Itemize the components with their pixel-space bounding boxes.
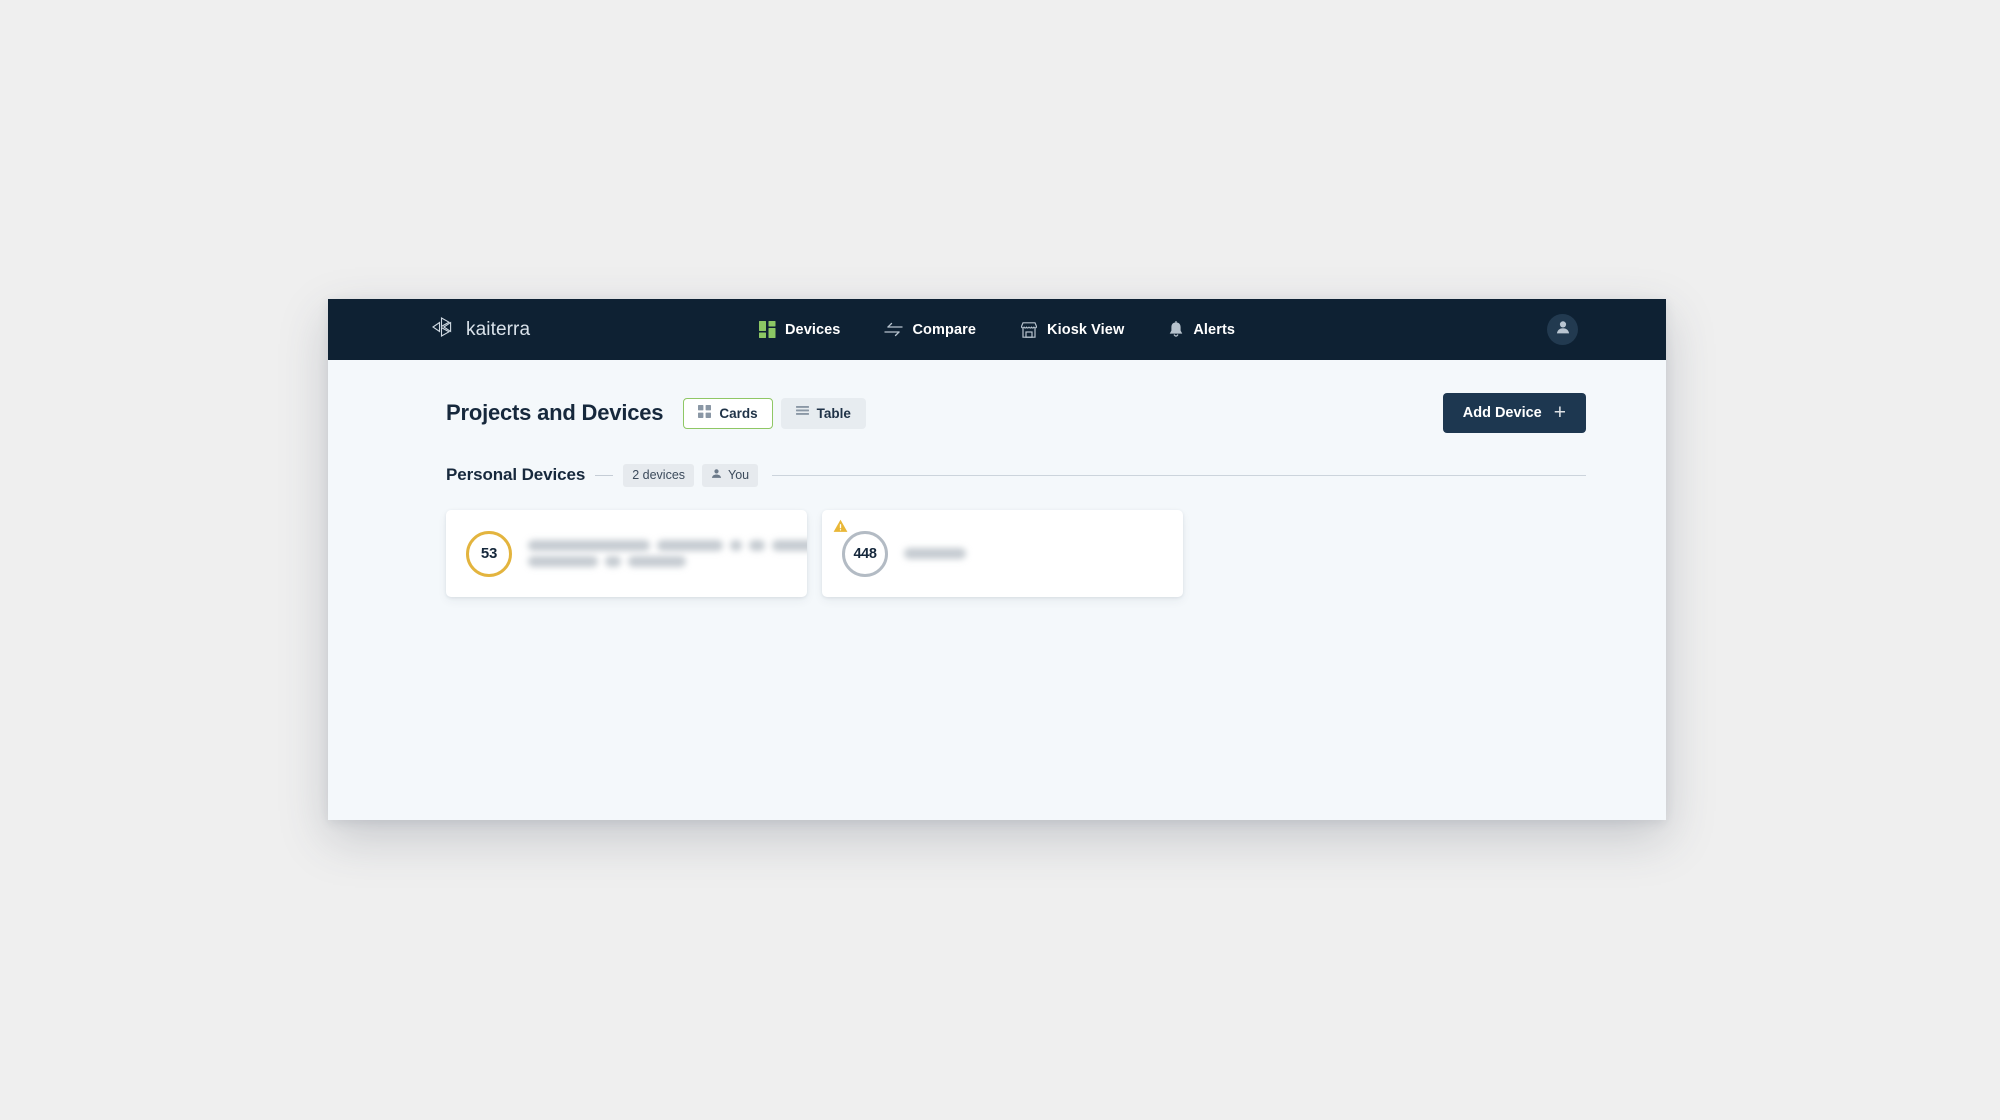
add-device-label: Add Device [1463, 405, 1542, 421]
chip-device-count[interactable]: 2 devices [623, 464, 694, 487]
device-name-redacted [904, 548, 966, 559]
list-view-icon [796, 405, 809, 421]
grid-view-icon [698, 405, 711, 421]
nav-item-kiosk-view-label: Kiosk View [1047, 322, 1124, 338]
warning-triangle-icon [833, 519, 848, 538]
device-name-line [528, 540, 807, 551]
nav-item-kiosk-view[interactable]: Kiosk View [998, 321, 1146, 339]
grid-dashboard-icon [759, 321, 776, 338]
add-device-button[interactable]: Add Device + [1443, 393, 1586, 433]
view-toggle-cards[interactable]: Cards [683, 398, 772, 429]
nav-item-alerts[interactable]: Alerts [1146, 321, 1257, 339]
view-toggle-group: Cards Table [683, 398, 866, 429]
view-toggle-table[interactable]: Table [781, 398, 866, 429]
device-name-line [904, 548, 966, 559]
app-window: kaiterra Devices [328, 299, 1666, 820]
navbar-links: Devices Compare [328, 321, 1666, 339]
bell-icon [1168, 321, 1184, 339]
device-name-redacted [528, 540, 807, 567]
section-divider-dash [595, 475, 613, 476]
aqi-value: 53 [481, 545, 497, 562]
compare-arrows-icon [884, 321, 903, 338]
nav-item-compare-label: Compare [912, 322, 976, 338]
device-card[interactable]: 53 [446, 510, 807, 597]
section-title: Personal Devices [446, 465, 585, 485]
avatar[interactable] [1547, 314, 1578, 345]
view-toggle-cards-label: Cards [719, 406, 757, 421]
plus-icon: + [1554, 402, 1566, 423]
page-body: Projects and Devices Cards [328, 360, 1666, 820]
top-navigation-bar: kaiterra Devices [328, 299, 1666, 360]
user-avatar-icon [1555, 319, 1571, 340]
section-horizontal-rule [772, 475, 1586, 476]
chip-owner[interactable]: You [702, 464, 758, 487]
chip-device-count-label: 2 devices [632, 468, 685, 482]
person-icon [711, 468, 722, 482]
aqi-ring: 448 [842, 531, 888, 577]
view-toggle-table-label: Table [817, 406, 851, 421]
chip-owner-label: You [728, 468, 749, 482]
nav-item-devices[interactable]: Devices [737, 321, 863, 338]
nav-item-compare[interactable]: Compare [862, 321, 998, 338]
aqi-value: 448 [854, 546, 877, 562]
device-cards-list: 53 [446, 510, 1183, 597]
device-name-line [528, 556, 807, 567]
aqi-ring: 53 [466, 531, 512, 577]
nav-item-devices-label: Devices [785, 322, 841, 338]
nav-item-alerts-label: Alerts [1193, 322, 1235, 338]
kiosk-storefront-icon [1020, 321, 1038, 339]
page-header: Projects and Devices Cards [446, 393, 1586, 433]
device-card[interactable]: 448 [822, 510, 1183, 597]
section-header: Personal Devices 2 devices You [446, 463, 1586, 487]
page-title: Projects and Devices [446, 400, 663, 426]
